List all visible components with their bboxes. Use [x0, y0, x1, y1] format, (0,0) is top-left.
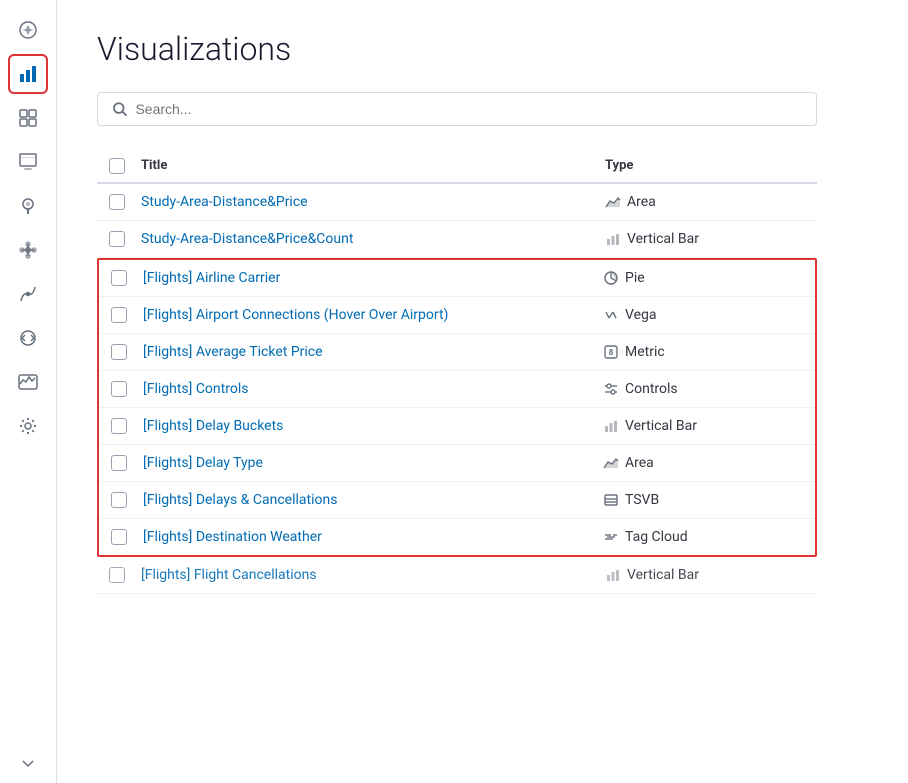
visualizations-table: Title Type Study-Area-Distance&Price Are…	[97, 150, 817, 594]
search-icon	[112, 101, 127, 117]
row-title[interactable]: [Flights] Delay Buckets	[143, 418, 603, 434]
row-type: Vertical Bar	[605, 231, 805, 247]
row-title[interactable]: Study-Area-Distance&Price	[141, 194, 605, 210]
sidebar-item-management[interactable]	[8, 406, 48, 446]
table-row: [Flights] Flight Cancellations Vertical …	[97, 557, 817, 594]
search-input[interactable]	[135, 101, 802, 117]
row-title[interactable]: [Flights] Destination Weather	[143, 529, 603, 545]
row-title[interactable]: [Flights] Average Ticket Price	[143, 344, 603, 360]
row-type: Pie	[603, 270, 803, 286]
area-icon	[605, 194, 621, 210]
sidebar-item-canvas[interactable]	[8, 142, 48, 182]
tsvb-icon	[603, 492, 619, 508]
row-title[interactable]: [Flights] Controls	[143, 381, 603, 397]
pie-icon	[603, 270, 619, 286]
sidebar-item-graph[interactable]	[8, 230, 48, 270]
row-checkbox[interactable]	[111, 270, 127, 286]
table-row: Study-Area-Distance&Price&Count Vertical…	[97, 221, 817, 258]
row-type: Tag Cloud	[603, 529, 803, 545]
row-title[interactable]: [Flights] Airline Carrier	[143, 270, 603, 286]
sidebar-item-devtools[interactable]	[8, 318, 48, 358]
svg-text:8: 8	[609, 348, 614, 357]
row-title[interactable]: Study-Area-Distance&Price&Count	[141, 231, 605, 247]
header-type: Type	[605, 158, 805, 174]
row-checkbox[interactable]	[111, 418, 127, 434]
sidebar-item-monitoring[interactable]	[8, 362, 48, 402]
metric-icon: 8	[603, 344, 619, 360]
row-checkbox[interactable]	[111, 381, 127, 397]
row-type: Vertical Bar	[605, 567, 805, 583]
controls-icon	[603, 381, 619, 397]
row-checkbox[interactable]	[109, 231, 125, 247]
row-type: Vega	[603, 307, 803, 323]
table-row: Study-Area-Distance&Price Area	[97, 184, 817, 221]
row-type: TSVB	[603, 492, 803, 508]
vega-icon	[603, 307, 619, 323]
row-checkbox[interactable]	[111, 492, 127, 508]
header-title: Title	[141, 158, 605, 174]
table-row: [Flights] Destination Weather Tag Cloud	[99, 519, 815, 555]
row-type: Area	[605, 194, 805, 210]
vertical-bar-icon	[605, 567, 621, 583]
table-header: Title Type	[97, 150, 817, 184]
main-content: Visualizations Title Type Study-Area-Dis…	[57, 0, 908, 783]
table-row: [Flights] Airline Carrier Pie	[99, 260, 815, 297]
table-row: [Flights] Delays & Cancellations TSVB	[99, 482, 815, 519]
sidebar-item-bottom[interactable]	[8, 743, 48, 783]
row-type: 8 Metric	[603, 344, 803, 360]
sidebar-item-visualize[interactable]	[8, 54, 48, 94]
vertical-bar-icon	[605, 231, 621, 247]
search-bar[interactable]	[97, 92, 817, 126]
sidebar-item-maps[interactable]	[8, 186, 48, 226]
table-row: [Flights] Delay Type Area	[99, 445, 815, 482]
page-title: Visualizations	[97, 30, 868, 68]
row-title[interactable]: [Flights] Flight Cancellations	[141, 567, 605, 583]
row-type: Area	[603, 455, 803, 471]
row-checkbox[interactable]	[109, 567, 125, 583]
sidebar-item-ml[interactable]	[8, 274, 48, 314]
tag-cloud-icon	[603, 529, 619, 545]
highlighted-rows-group: [Flights] Airline Carrier Pie [F	[97, 258, 817, 557]
sidebar-item-dashboard[interactable]	[8, 98, 48, 138]
row-checkbox[interactable]	[109, 194, 125, 210]
select-all-checkbox[interactable]	[109, 158, 125, 174]
row-title[interactable]: [Flights] Delay Type	[143, 455, 603, 471]
sidebar	[0, 0, 57, 783]
row-type: Controls	[603, 381, 803, 397]
row-title[interactable]: [Flights] Airport Connections (Hover Ove…	[143, 307, 603, 323]
header-checkbox-col	[109, 158, 141, 174]
row-checkbox[interactable]	[111, 455, 127, 471]
table-row: [Flights] Controls Controls	[99, 371, 815, 408]
area-icon	[603, 455, 619, 471]
row-title[interactable]: [Flights] Delays & Cancellations	[143, 492, 603, 508]
table-row: [Flights] Average Ticket Price 8 Metric	[99, 334, 815, 371]
sidebar-item-discover[interactable]	[8, 10, 48, 50]
row-type: Vertical Bar	[603, 418, 803, 434]
row-checkbox[interactable]	[111, 344, 127, 360]
row-checkbox[interactable]	[111, 529, 127, 545]
table-row: [Flights] Delay Buckets Vertical Bar	[99, 408, 815, 445]
table-row: [Flights] Airport Connections (Hover Ove…	[99, 297, 815, 334]
row-checkbox[interactable]	[111, 307, 127, 323]
vertical-bar-icon	[603, 418, 619, 434]
